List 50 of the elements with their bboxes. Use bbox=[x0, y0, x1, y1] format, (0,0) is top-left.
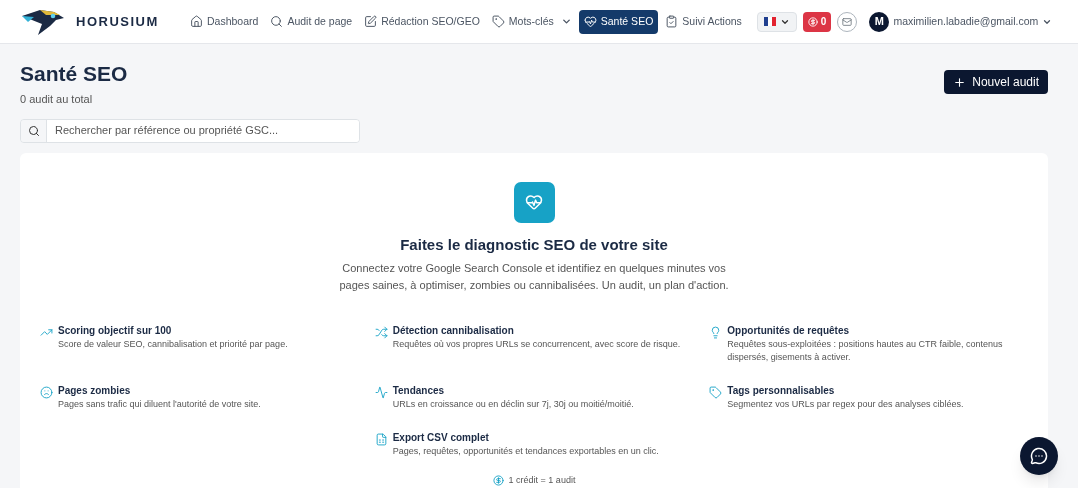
nav-tab[interactable]: Rédaction SEO/GEO bbox=[359, 9, 485, 34]
feature-title: Tags personnalisables bbox=[727, 384, 836, 397]
feature-description: Pages sans trafic qui diluent l'autorité de votre site. bbox=[58, 398, 262, 411]
trend-chart-icon bbox=[40, 326, 53, 339]
feature-description: Segmentez vos URLs par regex pour des analyses ciblées. bbox=[727, 398, 965, 411]
feature-description: Score de valeur SEO, cannibalisation et priorité par page. bbox=[58, 338, 289, 351]
brand-name: HORUSIUM bbox=[76, 12, 159, 31]
empty-state-title: Faites le diagnostic SEO de votre site bbox=[400, 234, 668, 255]
nav-tab[interactable]: Santé SEO bbox=[578, 9, 659, 34]
nav-tab[interactable]: Suivi Actions bbox=[660, 9, 747, 34]
feature-description: Requêtes où vos propres URLs se concurrencent, avec score de risque. bbox=[392, 338, 682, 351]
mail-icon bbox=[842, 16, 853, 27]
coin-icon bbox=[807, 16, 818, 27]
plus-icon bbox=[953, 75, 967, 89]
credits-badge[interactable]: 0 bbox=[802, 11, 832, 32]
feature-title: Scoring objectif sur 100 bbox=[58, 324, 173, 337]
page-title: Santé SEO bbox=[20, 61, 128, 87]
feature-title: Export CSV complet bbox=[392, 431, 490, 444]
language-button[interactable] bbox=[756, 11, 797, 32]
clipboard-icon bbox=[665, 15, 679, 28]
feature-description: Pages, requêtes, opportunités et tendances exportables en un clic. bbox=[392, 445, 660, 458]
user-menu[interactable]: M maximilien.labadie@gmail.com bbox=[869, 11, 1053, 32]
feature-description: URLs en croissance ou en déclin sur 7j, 30j ou moitié/moitié. bbox=[392, 398, 635, 411]
feature-title: Tendances bbox=[392, 384, 446, 397]
empty-state-text: Connectez votre Google Search Console et identifiez en quelques minutes vos pages saines, à optimiser, zombies ou cannibalisées. Un audit, un plan d'action. bbox=[338, 261, 730, 293]
nav-tab[interactable]: Dashboard bbox=[185, 9, 264, 34]
coin-icon bbox=[492, 475, 504, 487]
tag-icon bbox=[709, 386, 723, 399]
feature-description: Requêtes sous-exploitées : positions hautes au CTR faible, contenus dispersés, gisements à activer. bbox=[727, 338, 1004, 364]
shuffle-icon bbox=[374, 326, 388, 339]
nav-tab[interactable]: Audit de page bbox=[265, 9, 358, 34]
heart-pulse-icon bbox=[583, 15, 597, 28]
new-audit-button[interactable]: Nouvel audit bbox=[944, 70, 1048, 94]
home-icon bbox=[190, 15, 203, 28]
nav-tab[interactable]: Mots-clés bbox=[486, 9, 577, 34]
feature-title: Détection cannibalisation bbox=[392, 324, 515, 337]
feature-title: Pages zombies bbox=[58, 384, 132, 397]
chat-icon bbox=[1030, 447, 1048, 465]
audit-count: 0 audit au total bbox=[20, 92, 94, 107]
credit-note: 1 crédit = 1 audit bbox=[508, 474, 576, 487]
heart-pulse-icon bbox=[525, 193, 543, 211]
edit-icon bbox=[364, 15, 378, 28]
user-avatar: M bbox=[869, 11, 890, 32]
pulse-icon bbox=[374, 386, 388, 399]
feature-title: Opportunités de requêtes bbox=[727, 324, 850, 337]
search-icon bbox=[270, 15, 284, 28]
sad-face-icon bbox=[40, 386, 53, 399]
spreadsheet-icon bbox=[374, 433, 388, 446]
french-flag-icon bbox=[763, 17, 776, 26]
tag-icon bbox=[491, 15, 505, 28]
